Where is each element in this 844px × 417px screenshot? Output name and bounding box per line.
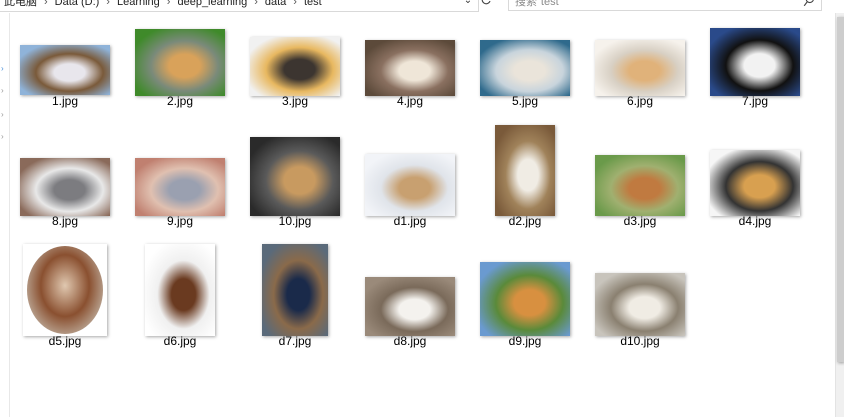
image-thumbnail[interactable] (595, 40, 685, 96)
file-name-label: 2.jpg (166, 94, 194, 108)
file-name-label: d9.jpg (508, 334, 542, 348)
file-name-label: 5.jpg (511, 94, 539, 108)
breadcrumb-separator-icon[interactable]: › (251, 0, 261, 9)
address-bar[interactable]: 此电脑 › Data (D:) › Learning › deep_learning › dat… (0, 0, 479, 12)
breadcrumb-separator-icon[interactable]: › (41, 0, 51, 9)
file-name-label: 4.jpg (396, 94, 424, 108)
file-name-label: 3.jpg (281, 94, 309, 108)
search-placeholder: 搜索"test" (515, 0, 563, 8)
expand-chevron-icon[interactable]: › (1, 111, 4, 119)
image-thumbnail[interactable] (595, 273, 685, 336)
chevron-down-icon[interactable]: ⌄ (460, 0, 476, 10)
refresh-icon[interactable] (478, 0, 494, 10)
image-thumbnail[interactable] (145, 244, 215, 336)
file-name-label: d1.jpg (393, 214, 427, 228)
image-thumbnail[interactable] (365, 154, 455, 216)
file-name-label: 8.jpg (51, 214, 79, 228)
file-name-label: 9.jpg (166, 214, 194, 228)
image-thumbnail[interactable] (250, 37, 340, 96)
file-name-label: d4.jpg (738, 214, 772, 228)
image-thumbnail[interactable] (710, 28, 800, 96)
thumbnail-image (27, 246, 103, 334)
file-name-label: d5.jpg (48, 334, 82, 348)
image-thumbnail[interactable] (710, 150, 800, 216)
image-thumbnail[interactable] (480, 40, 570, 96)
expand-chevron-icon[interactable]: › (1, 133, 4, 141)
file-name-label: d10.jpg (620, 334, 660, 348)
image-thumbnail[interactable] (20, 45, 110, 95)
breadcrumb-test[interactable]: test (300, 0, 326, 9)
image-thumbnail[interactable] (495, 125, 555, 216)
breadcrumb-this-pc[interactable]: 此电脑 (0, 0, 41, 9)
image-thumbnail[interactable] (365, 277, 455, 336)
breadcrumb-deep-learning[interactable]: deep_learning (173, 0, 251, 9)
address-buttons: ⌄ (460, 0, 496, 10)
search-icon[interactable] (803, 0, 815, 8)
breadcrumb-separator-icon[interactable]: › (290, 0, 300, 9)
image-thumbnail[interactable] (365, 40, 455, 96)
file-name-label: 7.jpg (741, 94, 769, 108)
search-box[interactable]: 搜索"test" (508, 0, 822, 11)
breadcrumb-data[interactable]: data (261, 0, 290, 9)
breadcrumb-drive[interactable]: Data (D:) (51, 0, 104, 9)
file-name-label: 1.jpg (51, 94, 79, 108)
breadcrumb-learning[interactable]: Learning (113, 0, 164, 9)
image-thumbnail[interactable] (20, 158, 110, 216)
image-thumbnail[interactable] (23, 244, 107, 336)
file-name-label: 10.jpg (278, 214, 312, 228)
breadcrumb-separator-icon[interactable]: › (103, 0, 113, 9)
file-name-label: d2.jpg (508, 214, 542, 228)
file-name-label: d6.jpg (163, 334, 197, 348)
image-thumbnail[interactable] (250, 137, 340, 216)
image-thumbnail[interactable] (595, 155, 685, 216)
top-toolbar: 此电脑 › Data (D:) › Learning › deep_learning › dat… (0, 0, 844, 13)
vertical-scrollbar[interactable] (835, 13, 844, 417)
scrollbar-thumb[interactable] (837, 17, 844, 362)
expand-chevron-icon[interactable]: › (1, 65, 4, 73)
file-name-label: d7.jpg (278, 334, 312, 348)
image-thumbnail[interactable] (480, 262, 570, 336)
file-name-label: 6.jpg (626, 94, 654, 108)
file-name-label: d3.jpg (623, 214, 657, 228)
file-name-label: d8.jpg (393, 334, 427, 348)
expand-chevron-icon[interactable]: › (1, 87, 4, 95)
breadcrumb-separator-icon[interactable]: › (164, 0, 174, 9)
image-thumbnail[interactable] (262, 244, 328, 336)
image-thumbnail[interactable] (135, 29, 225, 96)
navigation-pane: › › › › (0, 13, 10, 417)
file-view: 1.jpg 2.jpg 3.jpg 4.jpg 5.jpg 6.jpg 7.jpg 8.jpg… (10, 13, 835, 417)
image-thumbnail[interactable] (135, 158, 225, 216)
